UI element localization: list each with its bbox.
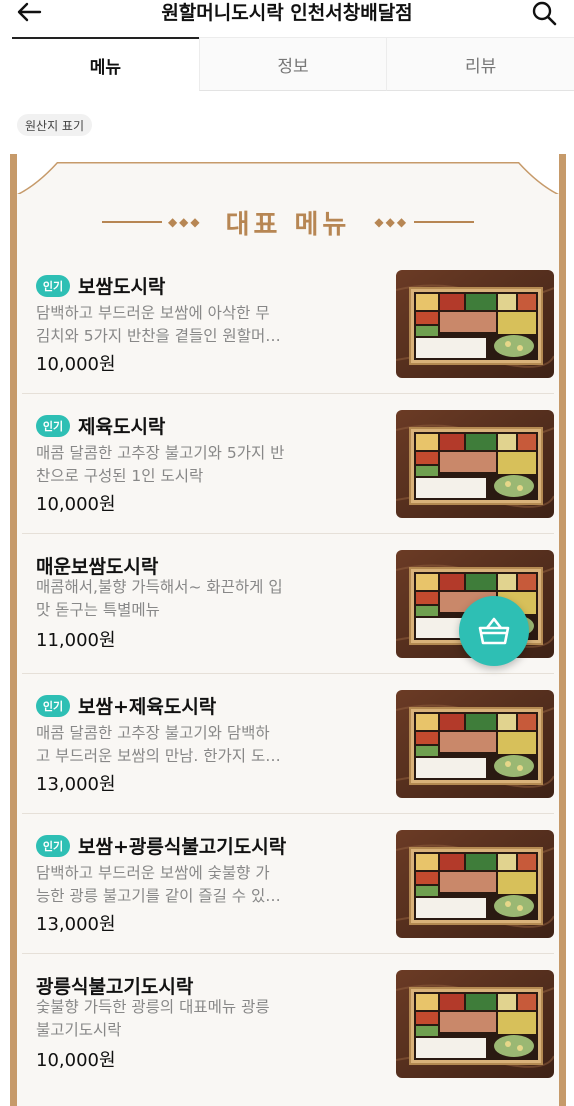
popular-badge: 인기 xyxy=(36,834,70,857)
title-ornament-right: ◆◆◆ xyxy=(368,215,475,229)
lunchbox-image xyxy=(396,410,554,518)
search-icon xyxy=(532,1,557,26)
food-image xyxy=(396,410,554,518)
food-image xyxy=(396,970,554,1078)
item-name: 광릉식불고기도시락 xyxy=(36,976,194,998)
lunchbox-image xyxy=(396,270,554,378)
lunchbox-image xyxy=(396,690,554,798)
item-name: 보쌈+제육도시락 xyxy=(78,696,217,718)
cart-button[interactable] xyxy=(459,596,529,666)
item-description: 담백하고 부드러운 보쌈에 아삭한 무 김치와 5가지 반찬을 곁들인 원할머… xyxy=(36,304,281,345)
featured-title-row: ◆◆◆ 대표 메뉴 ◆◆◆ xyxy=(17,202,559,242)
popular-badge: 인기 xyxy=(36,414,70,437)
tab-bar: 메뉴 정보 리뷰 xyxy=(12,37,574,91)
lunchbox-image xyxy=(396,970,554,1078)
item-price: 10,000원 xyxy=(36,494,116,515)
popular-badge: 인기 xyxy=(36,694,70,717)
item-description: 숯불향 가득한 광릉의 대표메뉴 광릉 불고기도시락 xyxy=(36,998,270,1039)
item-price: 13,000원 xyxy=(36,914,116,935)
menu-item[interactable]: 인기 보쌈+제육도시락 매콤 달콤한 고추장 불고기와 담백하 고 부드러운 보쌈… xyxy=(22,674,554,814)
search-button[interactable] xyxy=(526,0,562,27)
featured-title: 대표 메뉴 xyxy=(225,209,351,240)
item-price: 11,000원 xyxy=(36,630,116,651)
tab-info[interactable]: 정보 xyxy=(198,37,387,91)
title-ornament-left: ◆◆◆ xyxy=(101,215,208,229)
menu-item[interactable]: 인기 보쌈도시락 담백하고 부드러운 보쌈에 아삭한 무 김치와 5가지 반찬을 … xyxy=(22,254,554,394)
item-description: 매콤 달콤한 고추장 불고기와 담백하 고 부드러운 보쌈의 만남. 한가지 도… xyxy=(36,724,281,765)
food-image xyxy=(396,270,554,378)
item-description: 담백하고 부드러운 보쌈에 숯불향 가 능한 광릉 불고기를 같이 즐길 수 있… xyxy=(36,864,281,905)
tab-menu[interactable]: 메뉴 xyxy=(12,37,199,91)
menu-item[interactable]: 광릉식불고기도시락 숯불향 가득한 광릉의 대표메뉴 광릉 불고기도시락 10,0… xyxy=(22,954,554,1094)
store-title: 원할머니도시락 인천서창배달점 xyxy=(161,2,413,24)
popular-badge: 인기 xyxy=(36,274,70,297)
menu-list: 인기 보쌈도시락 담백하고 부드러운 보쌈에 아삭한 무 김치와 5가지 반찬을 … xyxy=(22,254,554,1094)
frame-ornament xyxy=(17,154,559,194)
item-description: 매콤 달콤한 고추장 불고기와 5가지 반 찬으로 구성된 1인 도시락 xyxy=(36,444,285,485)
lunchbox-image xyxy=(396,830,554,938)
item-name: 매운보쌈도시락 xyxy=(36,556,159,578)
menu-item[interactable]: 인기 제육도시락 매콤 달콤한 고추장 불고기와 5가지 반 찬으로 구성된 1인… xyxy=(22,394,554,534)
item-name: 보쌈도시락 xyxy=(78,276,166,298)
app-header: 원할머니도시락 인천서창배달점 xyxy=(0,0,574,32)
item-name: 보쌈+광릉식불고기도시락 xyxy=(78,836,287,858)
origin-label-chip[interactable]: 원산지 표기 xyxy=(17,114,93,136)
item-description: 매콤해서,불향 가득해서~ 화끈하게 입맛 돋구는 특별메뉴 xyxy=(36,578,283,619)
food-image xyxy=(396,830,554,938)
basket-icon xyxy=(478,617,510,645)
item-price: 13,000원 xyxy=(36,774,116,795)
food-image xyxy=(396,690,554,798)
item-name: 제육도시락 xyxy=(78,416,166,438)
item-price: 10,000원 xyxy=(36,354,116,375)
tab-reviews[interactable]: 리뷰 xyxy=(386,37,574,91)
item-price: 10,000원 xyxy=(36,1050,116,1071)
menu-item[interactable]: 인기 보쌈+광릉식불고기도시락 담백하고 부드러운 보쌈에 숯불향 가 능한 광릉… xyxy=(22,814,554,954)
